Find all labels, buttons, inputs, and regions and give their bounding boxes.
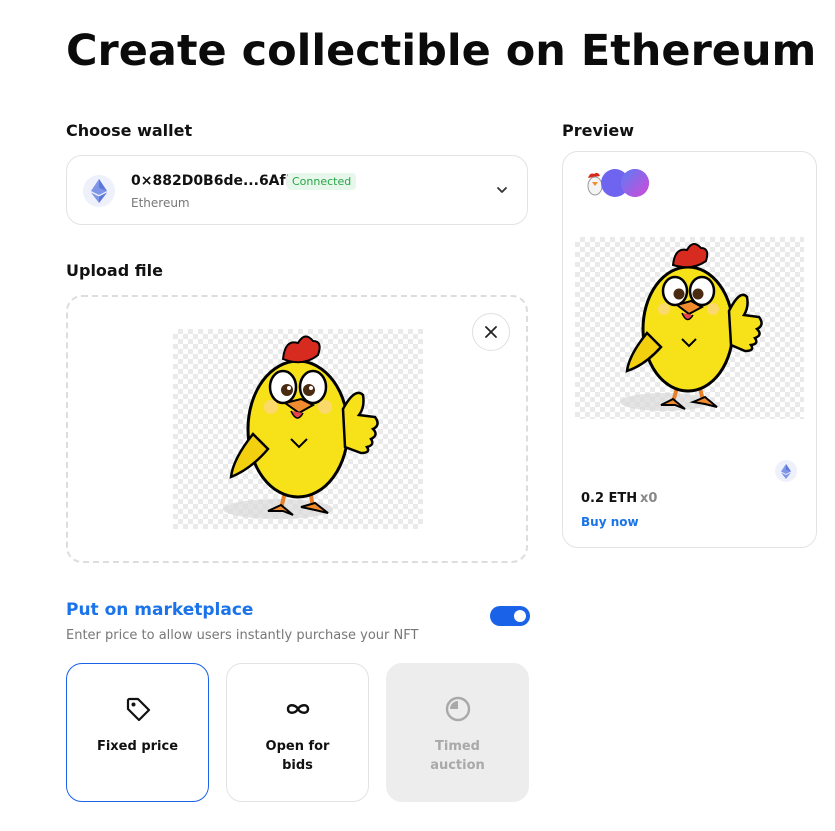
marketplace-title: Put on marketplace bbox=[66, 600, 254, 620]
preview-image bbox=[575, 237, 804, 419]
wallet-address: 0×882D0B6de...6AfD bbox=[131, 173, 298, 189]
marketplace-description: Enter price to allow users instantly pur… bbox=[66, 628, 419, 643]
preview-quantity: x0 bbox=[640, 491, 658, 506]
owner-avatars bbox=[583, 169, 649, 197]
close-icon bbox=[485, 326, 497, 338]
preview-label: Preview bbox=[562, 121, 635, 140]
choose-wallet-label: Choose wallet bbox=[66, 121, 193, 140]
uploaded-image bbox=[173, 329, 423, 529]
marketplace-toggle[interactable] bbox=[490, 606, 530, 626]
ethereum-icon bbox=[83, 175, 115, 207]
option-fixed-price[interactable]: Fixed price bbox=[66, 663, 209, 802]
buy-now-link[interactable]: Buy now bbox=[581, 515, 639, 529]
option-label: Open for bids bbox=[265, 739, 330, 773]
chevron-down-icon[interactable] bbox=[495, 183, 509, 197]
option-open-for-bids[interactable]: Open for bids bbox=[226, 663, 369, 802]
page-title: Create collectible on Ethereum bbox=[66, 26, 817, 76]
infinity-icon bbox=[286, 704, 309, 714]
upload-file-label: Upload file bbox=[66, 261, 163, 280]
toggle-knob bbox=[514, 610, 526, 622]
clock-icon bbox=[445, 696, 470, 722]
option-label: Timed auction bbox=[430, 739, 485, 773]
remove-file-button[interactable] bbox=[472, 313, 510, 351]
wallet-selector[interactable]: 0×882D0B6de...6AfD Connected Ethereum bbox=[66, 155, 528, 225]
tag-icon bbox=[126, 697, 150, 722]
wallet-network: Ethereum bbox=[131, 196, 190, 210]
connected-badge: Connected bbox=[287, 173, 357, 190]
option-timed-auction[interactable]: Timed auction bbox=[386, 663, 529, 802]
option-label: Fixed price bbox=[96, 739, 179, 754]
preview-price: 0.2 ETH bbox=[581, 491, 638, 506]
ethereum-icon bbox=[775, 460, 797, 482]
